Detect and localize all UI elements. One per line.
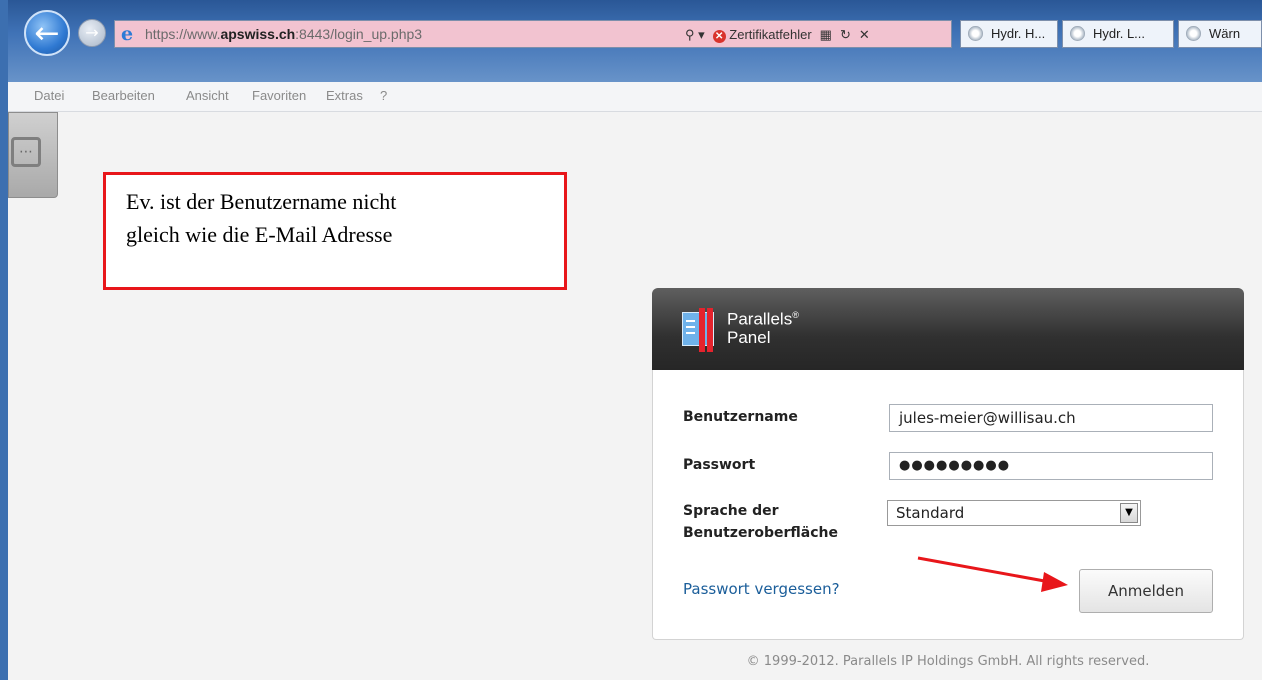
annotation-arrow-icon <box>917 556 1068 592</box>
